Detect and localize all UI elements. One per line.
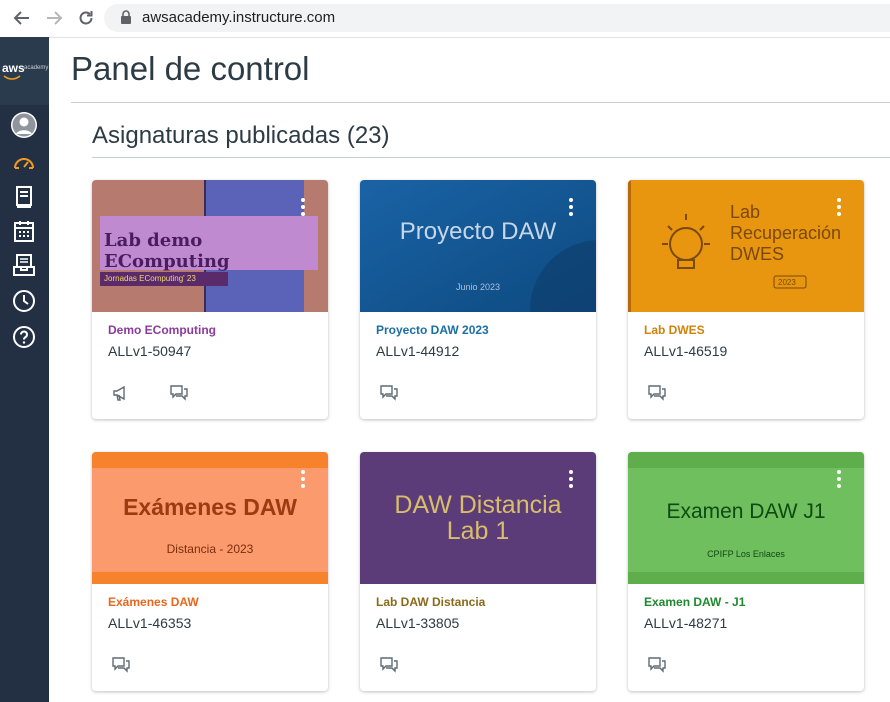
lock-icon [120,10,132,29]
global-nav: aws academy [0,37,49,702]
browser-toolbar: awsacademy.instructure.com [0,0,890,38]
course-card-image [360,180,596,312]
discussion-icon[interactable] [112,656,130,674]
announcement-icon[interactable] [112,384,130,402]
course-name-link[interactable]: Lab DAW Distancia [376,595,485,609]
card-options-icon[interactable] [569,198,574,218]
course-card[interactable]: Proyecto DAW Junio 2023 Proyecto DAW 202… [360,180,596,419]
course-code: ALLv1-33805 [376,615,460,631]
course-name-link[interactable]: Demo EComputing [108,323,216,337]
logo-text: aws [2,61,25,75]
forward-icon[interactable] [42,6,66,30]
card-options-icon[interactable] [837,198,842,218]
course-card[interactable]: Lab Recuperación DWES 2023 Lab DWES ALLv… [628,180,864,419]
calendar-icon[interactable] [10,217,38,245]
page-title: Panel de control [71,50,310,87]
course-card-hero[interactable]: DAW Distancia Lab 1 [360,452,596,584]
course-name-link[interactable]: Exámenes DAW [108,595,199,609]
card-options-icon[interactable] [301,470,306,490]
course-card[interactable]: Exámenes DAW Distancia - 2023 Exámenes D… [92,452,328,691]
dashboard-icon[interactable] [10,149,38,177]
hero-subtitle: Junio 2023 [455,282,501,292]
course-card-hero[interactable]: Proyecto DAW Junio 2023 [360,180,596,312]
course-name-link[interactable]: Proyecto DAW 2023 [376,323,489,337]
hero-subtitle: Distancia - 2023 [166,542,254,556]
account-icon[interactable] [10,111,38,139]
section-title: Asignaturas publicadas (23) [92,122,390,149]
card-options-icon[interactable] [837,470,842,490]
hero-title: DAW Distancia Lab 1 [394,491,562,545]
reload-icon[interactable] [74,6,98,30]
divider [71,102,890,103]
courses-icon[interactable] [10,183,38,211]
history-icon[interactable] [10,287,38,315]
course-card[interactable]: DAW Distancia Lab 1 Lab DAW Distancia AL… [360,452,596,691]
course-name-link[interactable]: Examen DAW - J1 [644,595,745,609]
aws-smile-icon [3,75,21,80]
discussion-icon[interactable] [170,384,188,402]
hero-title: Lab Recuperación DWES [730,202,842,264]
hero-subtitle: 2023 [778,278,796,287]
inbox-icon[interactable] [10,251,38,279]
hero-title: Examen DAW J1 [666,500,826,523]
course-card-hero[interactable]: Examen DAW J1 CPIFP Los Enlaces [628,452,864,584]
divider [92,157,890,158]
card-options-icon[interactable] [569,470,574,490]
hero-subtitle: CPIFP Los Enlaces [707,549,785,559]
course-card[interactable]: Lab demo EComputing Jornadas EComputing'… [92,180,328,419]
back-icon[interactable] [10,6,34,30]
discussion-icon[interactable] [380,656,398,674]
card-options-icon[interactable] [301,198,306,218]
course-code: ALLv1-50947 [108,343,192,359]
url-text[interactable]: awsacademy.instructure.com [142,9,335,26]
course-card-hero[interactable]: Lab demo EComputing Jornadas EComputing'… [92,180,328,312]
course-code: ALLv1-48271 [644,615,728,631]
logo[interactable]: aws academy [0,37,49,105]
course-code: ALLv1-44912 [376,343,460,359]
hero-title: Lab demo EComputing [104,230,230,272]
course-name-link[interactable]: Lab DWES [644,323,705,337]
course-card-hero[interactable]: Exámenes DAW Distancia - 2023 [92,452,328,584]
hero-title: Exámenes DAW [123,494,297,520]
course-code: ALLv1-46353 [108,615,192,631]
hero-title: Proyecto DAW [399,218,557,245]
hero-subtitle: Jornadas EComputing' 23 [104,274,196,283]
course-card-hero[interactable]: Lab Recuperación DWES 2023 [628,180,864,312]
discussion-icon[interactable] [380,384,398,402]
course-code: ALLv1-46519 [644,343,728,359]
discussion-icon[interactable] [648,384,666,402]
help-icon[interactable] [10,323,38,351]
discussion-icon[interactable] [648,656,666,674]
course-card[interactable]: Examen DAW J1 CPIFP Los Enlaces Examen D… [628,452,864,691]
logo-subtext: academy [24,65,49,71]
